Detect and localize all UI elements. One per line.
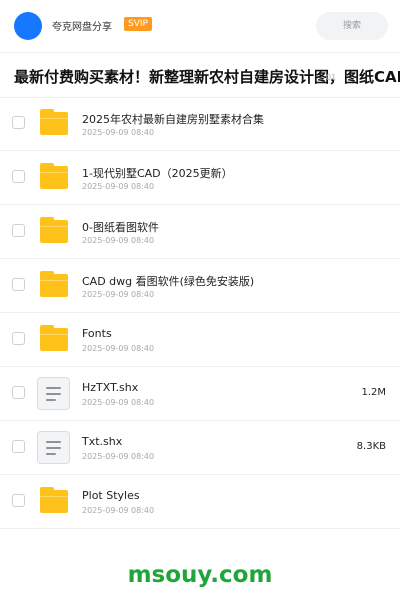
file-row[interactable]: HzTXT.shx 2025-09-09 08:40 1.2M: [0, 367, 400, 421]
file-row[interactable]: 2025年农村最新自建房别墅素材合集 2025-09-09 08:40: [0, 97, 400, 151]
row-checkbox[interactable]: [12, 116, 25, 129]
folder-icon: [40, 109, 68, 135]
file-icon: [37, 377, 70, 410]
file-size: 8.3KB: [356, 441, 386, 452]
file-row[interactable]: 1-现代别墅CAD（2025更新） 2025-09-09 08:40: [0, 151, 400, 205]
share-title-bar: 最新付费购买素材！新整理新农村自建房设计图，图纸CAD 01: [0, 52, 400, 98]
file-date: 2025-09-09 08:40: [82, 398, 155, 407]
file-name: Txt.shx: [82, 435, 123, 448]
folder-icon: [40, 217, 68, 243]
top-header: 夸克网盘分享 SVIP 搜索: [0, 0, 400, 52]
file-name: HzTXT.shx: [82, 381, 139, 394]
row-checkbox[interactable]: [12, 386, 25, 399]
page-title: 最新付费购买素材！新整理新农村自建房设计图，图纸CAD: [14, 68, 400, 86]
file-date: 2025-09-09 08:40: [82, 236, 155, 245]
file-date: 2025-09-09 08:40: [82, 290, 155, 299]
file-icon: [37, 431, 70, 464]
search-button[interactable]: 搜索: [316, 12, 388, 40]
file-size: 1.2M: [361, 387, 386, 398]
file-name: 2025年农村最新自建房别墅素材合集: [82, 113, 264, 126]
row-checkbox[interactable]: [12, 494, 25, 507]
file-list: 2025年农村最新自建房别墅素材合集 2025-09-09 08:40 1-现代别墅…: [0, 97, 400, 529]
file-date: 2025-09-09 08:40: [82, 128, 155, 137]
file-date: 2025-09-09 08:40: [82, 344, 155, 353]
file-date: 2025-09-09 08:40: [82, 452, 155, 461]
file-row[interactable]: Txt.shx 2025-09-09 08:40 8.3KB: [0, 421, 400, 475]
svip-badge: SVIP: [124, 17, 152, 31]
file-date: 2025-09-09 08:40: [82, 182, 155, 191]
file-name: 1-现代别墅CAD（2025更新）: [82, 167, 233, 180]
row-checkbox[interactable]: [12, 278, 25, 291]
folder-icon: [40, 271, 68, 297]
folder-icon: [40, 325, 68, 351]
file-row[interactable]: Fonts 2025-09-09 08:40: [0, 313, 400, 367]
watermark-text: msouy.com: [127, 562, 273, 588]
file-row[interactable]: Plot Styles 2025-09-09 08:40: [0, 475, 400, 529]
file-name: CAD dwg 看图软件(绿色免安装版): [82, 275, 255, 288]
row-checkbox[interactable]: [12, 224, 25, 237]
folder-icon: [40, 163, 68, 189]
file-name: Fonts: [82, 327, 112, 340]
file-name: 0-图纸看图软件: [82, 221, 159, 234]
title-date-fragment: 01: [326, 73, 337, 82]
file-row[interactable]: 0-图纸看图软件 2025-09-09 08:40: [0, 205, 400, 259]
file-name: Plot Styles: [82, 489, 140, 502]
username: 夸克网盘分享: [52, 22, 112, 33]
row-checkbox[interactable]: [12, 332, 25, 345]
row-checkbox[interactable]: [12, 440, 25, 453]
folder-icon: [40, 487, 68, 513]
file-date: 2025-09-09 08:40: [82, 506, 155, 515]
row-checkbox[interactable]: [12, 170, 25, 183]
file-row[interactable]: CAD dwg 看图软件(绿色免安装版) 2025-09-09 08:40: [0, 259, 400, 313]
avatar[interactable]: [14, 12, 42, 40]
